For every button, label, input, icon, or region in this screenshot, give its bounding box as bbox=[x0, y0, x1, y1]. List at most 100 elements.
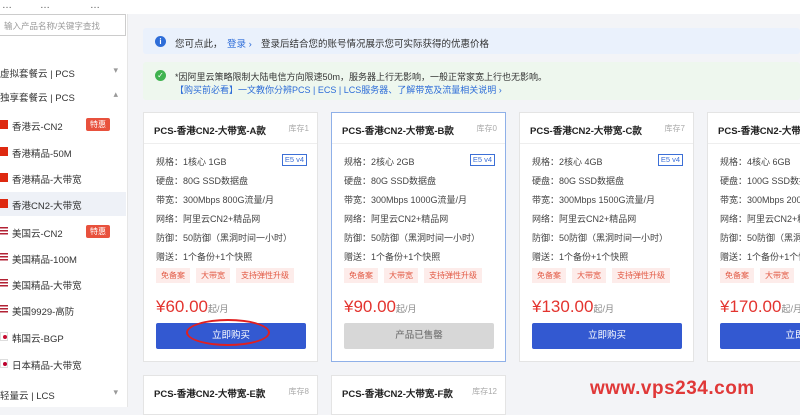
spec-network: 网络：阿里云CN2+精品网 bbox=[532, 214, 637, 224]
product-card-c: PCS-香港CN2-大带宽-C款 库存7 规格：2核心 4GB E5 v4 硬盘… bbox=[519, 112, 694, 362]
price-value: ¥60.00 bbox=[156, 297, 208, 316]
top-nav-item[interactable]: … bbox=[40, 0, 50, 11]
spec-bandwidth: 带宽：300Mbps 2000G bbox=[720, 195, 800, 205]
feature-tag: 支持弹性升级 bbox=[424, 268, 482, 283]
feature-tag: 支持弹性升级 bbox=[612, 268, 670, 283]
spec-network: 网络：阿里云CN2+精 bbox=[720, 214, 800, 224]
login-link[interactable]: 登录 › bbox=[227, 36, 252, 50]
spec-gift: 赠送：1个备份+1个快照 bbox=[532, 252, 629, 262]
sidebar-item-label: 香港精品-大带宽 bbox=[12, 175, 82, 186]
category-label: 虚拟套餐云 | PCS bbox=[0, 69, 75, 80]
search-input[interactable]: 输入产品名称/关键字查找 bbox=[0, 14, 126, 36]
sidebar-item-jp-bandwidth[interactable]: 日本精品-大带宽 bbox=[0, 352, 126, 376]
spec-cpu: 规格：4核心 6GB bbox=[720, 157, 791, 167]
price-unit: 起/月 bbox=[781, 304, 800, 314]
price: ¥90.00起/月 bbox=[344, 297, 417, 317]
notice-line: *因阿里云策略限制大陆电信方向限速50m，服务器上行无影响，一般正常家宽上行也无… bbox=[175, 72, 548, 82]
spec-bandwidth: 带宽：300Mbps 800G流量/月 bbox=[156, 195, 275, 205]
sidebar-item-us-9929[interactable]: 美国9929-高防 bbox=[0, 298, 126, 322]
hk-flag-icon bbox=[0, 120, 8, 129]
price-value: ¥90.00 bbox=[344, 297, 396, 316]
highlight-circle bbox=[186, 319, 270, 346]
us-flag-icon bbox=[0, 279, 8, 288]
sidebar-item-hk-cn2[interactable]: 香港云-CN2 特惠 bbox=[0, 113, 126, 137]
card-title: PCS-香港CN2-大带宽-B款 bbox=[342, 126, 454, 137]
feature-tag: 免备案 bbox=[156, 268, 190, 283]
feature-tag: 免备案 bbox=[532, 268, 566, 283]
feature-tag: 大带宽 bbox=[196, 268, 230, 283]
search-placeholder: 输入产品名称/关键字查找 bbox=[4, 21, 100, 31]
sidebar-item-us-cn2[interactable]: 美国云-CN2 特惠 bbox=[0, 220, 126, 244]
spec-gift: 赠送：1个备份+1个快照 bbox=[344, 252, 441, 262]
card-title: PCS-香港CN2-大带宽-D款 bbox=[718, 126, 800, 137]
sidebar-item-label: 美国精品-100M bbox=[12, 255, 77, 266]
spec-ddos: 防御：50防御（黑洞时间一小时） bbox=[532, 233, 669, 243]
feature-tag: 支持弹性升级 bbox=[236, 268, 294, 283]
divider bbox=[520, 143, 693, 144]
spec-disk: 硬盘：80G SSD数据盘 bbox=[532, 176, 625, 186]
bandwidth-notice: ✓ *因阿里云策略限制大陆电信方向限速50m，服务器上行无影响，一般正常家宽上行… bbox=[143, 62, 800, 100]
category-label: 独享套餐云 | PCS bbox=[0, 93, 75, 104]
divider bbox=[332, 143, 505, 144]
sidebar-item-label: 韩国云-BGP bbox=[12, 334, 64, 345]
product-card-d: PCS-香港CN2-大带宽-D款 规格：4核心 6GB 硬盘：100G SSD数… bbox=[707, 112, 800, 362]
kr-flag-icon bbox=[0, 332, 8, 341]
login-notice: i 您可点此， 登录 › 登录后结合您的账号情况展示您可实际获得的优惠价格 bbox=[143, 28, 800, 54]
chevron-down-icon: ▾ bbox=[113, 387, 118, 397]
sidebar-item-us-100m[interactable]: 美国精品-100M bbox=[0, 246, 126, 270]
sidebar-category-lcs[interactable]: 轻量云 | LCS ▾ bbox=[0, 384, 128, 404]
sidebar-item-hk-50m[interactable]: 香港精品-50M bbox=[0, 140, 126, 164]
sidebar-item-label: 日本精品-大带宽 bbox=[12, 361, 82, 372]
check-circle-icon: ✓ bbox=[155, 70, 166, 81]
product-card-b: PCS-香港CN2-大带宽-B款 库存0 规格：2核心 2GB E5 v4 硬盘… bbox=[331, 112, 506, 362]
divider bbox=[708, 143, 800, 144]
us-flag-icon bbox=[0, 227, 8, 236]
cpu-tag: E5 v4 bbox=[469, 154, 495, 166]
hk-flag-icon bbox=[0, 173, 8, 182]
feature-tag: 大带宽 bbox=[384, 268, 418, 283]
product-card-e: PCS-香港CN2-大带宽-E款 库存8 bbox=[143, 375, 318, 415]
spec-bandwidth: 带宽：300Mbps 1000G流量/月 bbox=[344, 195, 468, 205]
category-label: 轻量云 | LCS bbox=[0, 391, 55, 402]
stock-label: 库存8 bbox=[288, 387, 309, 396]
stock-label: 库存12 bbox=[472, 387, 497, 396]
sidebar-item-hk-cn2-bandwidth[interactable]: 香港CN2-大带宽 bbox=[0, 192, 126, 216]
price: ¥130.00起/月 bbox=[532, 297, 614, 317]
notice-text: 登录后结合您的账号情况展示您可实际获得的优惠价格 bbox=[261, 39, 490, 50]
card-title: PCS-香港CN2-大带宽-F款 bbox=[342, 389, 453, 400]
price-unit: 起/月 bbox=[593, 304, 614, 314]
spec-ddos: 防御：50防御（黑洞 bbox=[720, 233, 800, 243]
card-title: PCS-香港CN2-大带宽-C款 bbox=[530, 126, 642, 137]
spec-cpu: 规格：2核心 4GB bbox=[532, 157, 603, 167]
spec-network: 网络：阿里云CN2+精品网 bbox=[156, 214, 261, 224]
sidebar-item-us-bandwidth[interactable]: 美国精品-大带宽 bbox=[0, 272, 126, 296]
price: ¥60.00起/月 bbox=[156, 297, 229, 317]
chevron-up-icon: ▴ bbox=[113, 89, 118, 99]
cpu-tag: E5 v4 bbox=[657, 154, 683, 166]
sidebar-item-kr-bgp[interactable]: 韩国云-BGP bbox=[0, 325, 126, 349]
guide-link[interactable]: 【购买前必看】一文教你分辨PCS | ECS | LCS服务器、了解带宽及流量相… bbox=[175, 83, 502, 96]
spec-network: 网络：阿里云CN2+精品网 bbox=[344, 214, 449, 224]
sidebar-item-label: 美国9929-高防 bbox=[12, 307, 75, 318]
buy-now-button[interactable]: 立即 bbox=[720, 323, 800, 349]
price-unit: 起/月 bbox=[396, 304, 417, 314]
sidebar-item-label: 香港CN2-大带宽 bbox=[12, 201, 82, 212]
sidebar-category-pcs-virtual[interactable]: 虚拟套餐云 | PCS ▾ bbox=[0, 62, 128, 82]
top-nav-item[interactable]: … bbox=[2, 0, 12, 11]
sidebar-item-label: 香港云-CN2 bbox=[12, 122, 63, 133]
promo-badge: 特惠 bbox=[86, 225, 110, 238]
sidebar-category-pcs-dedicated[interactable]: 独享套餐云 | PCS ▴ bbox=[0, 86, 128, 106]
us-flag-icon bbox=[0, 305, 8, 314]
info-icon: i bbox=[155, 36, 166, 47]
spec-disk: 硬盘：80G SSD数据盘 bbox=[344, 176, 437, 186]
promo-badge: 特惠 bbox=[86, 118, 110, 131]
feature-tag: 大带宽 bbox=[572, 268, 606, 283]
spec-disk: 硬盘：100G SSD数据盘 bbox=[720, 176, 800, 186]
buy-now-button[interactable]: 立即购买 bbox=[532, 323, 682, 349]
price-value: ¥130.00 bbox=[532, 297, 594, 316]
top-nav-item[interactable]: … bbox=[90, 0, 100, 11]
sidebar-item-hk-bandwidth[interactable]: 香港精品-大带宽 bbox=[0, 166, 126, 190]
sold-out-button: 产品已售罄 bbox=[344, 323, 494, 349]
spec-cpu: 规格：1核心 1GB bbox=[156, 157, 227, 167]
card-title: PCS-香港CN2-大带宽-A款 bbox=[154, 126, 266, 137]
